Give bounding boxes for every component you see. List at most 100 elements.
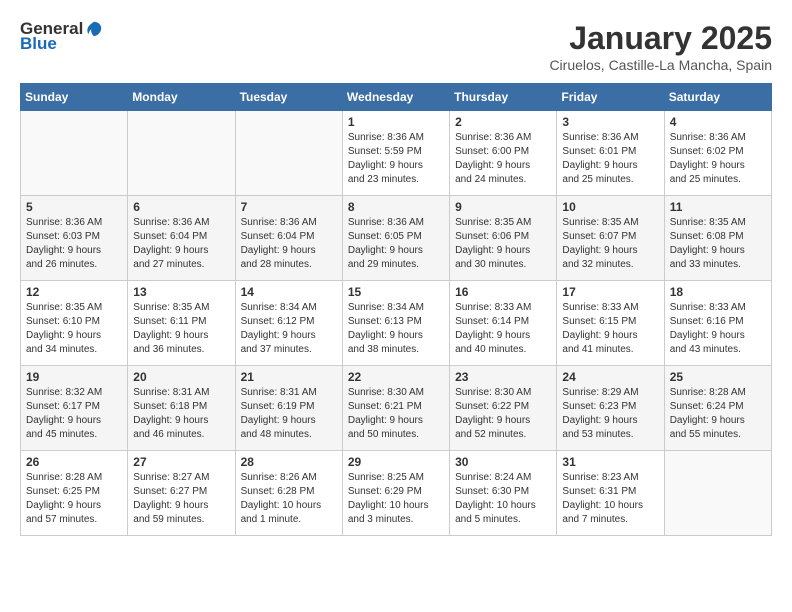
day-number: 21 (241, 370, 337, 384)
day-info: Sunrise: 8:36 AM Sunset: 6:00 PM Dayligh… (455, 131, 551, 187)
calendar-title: January 2025 (549, 20, 772, 57)
day-number: 20 (133, 370, 229, 384)
day-cell: 1 Sunrise: 8:36 AM Sunset: 5:59 PM Daylig… (342, 111, 449, 196)
day-info: Sunrise: 8:31 AM Sunset: 6:18 PM Dayligh… (133, 386, 229, 442)
day-cell: 21 Sunrise: 8:31 AM Sunset: 6:19 PM Dayli… (235, 366, 342, 451)
week-row-2: 5Sunrise: 8:36 AM Sunset: 6:03 PM Daylig… (21, 196, 772, 281)
day-number: 24 (562, 370, 658, 384)
day-cell: 14 Sunrise: 8:34 AM Sunset: 6:12 PM Dayli… (235, 281, 342, 366)
day-cell: 20 Sunrise: 8:31 AM Sunset: 6:18 PM Dayli… (128, 366, 235, 451)
day-number: 15 (348, 285, 444, 299)
day-number: 2 (455, 115, 551, 129)
day-cell: 11 Sunrise: 8:35 AM Sunset: 6:08 PM Dayli… (664, 196, 771, 281)
day-cell: 30 Sunrise: 8:24 AM Sunset: 6:30 PM Dayli… (450, 451, 557, 536)
day-info: Sunrise: 8:25 AM Sunset: 6:29 PM Dayligh… (348, 471, 444, 527)
day-info: Sunrise: 8:31 AM Sunset: 6:19 PM Dayligh… (241, 386, 337, 442)
day-number: 29 (348, 455, 444, 469)
day-info: Sunrise: 8:36 AM Sunset: 6:01 PM Dayligh… (562, 131, 658, 187)
week-row-3: 12Sunrise: 8:35 AM Sunset: 6:10 PM Dayli… (21, 281, 772, 366)
week-row-1: 1 Sunrise: 8:36 AM Sunset: 5:59 PM Daylig… (21, 111, 772, 196)
day-cell: 31 Sunrise: 8:23 AM Sunset: 6:31 PM Dayli… (557, 451, 664, 536)
day-cell: 5Sunrise: 8:36 AM Sunset: 6:03 PM Daylig… (21, 196, 128, 281)
day-cell: 22 Sunrise: 8:30 AM Sunset: 6:21 PM Dayli… (342, 366, 449, 451)
day-number: 22 (348, 370, 444, 384)
day-info: Sunrise: 8:29 AM Sunset: 6:23 PM Dayligh… (562, 386, 658, 442)
day-number: 11 (670, 200, 766, 214)
day-number: 5 (26, 200, 122, 214)
day-number: 27 (133, 455, 229, 469)
header-cell-friday: Friday (557, 84, 664, 111)
day-cell: 12Sunrise: 8:35 AM Sunset: 6:10 PM Dayli… (21, 281, 128, 366)
day-cell: 17Sunrise: 8:33 AM Sunset: 6:15 PM Dayli… (557, 281, 664, 366)
day-info: Sunrise: 8:30 AM Sunset: 6:21 PM Dayligh… (348, 386, 444, 442)
day-cell: 29 Sunrise: 8:25 AM Sunset: 6:29 PM Dayli… (342, 451, 449, 536)
day-info: Sunrise: 8:35 AM Sunset: 6:06 PM Dayligh… (455, 216, 551, 272)
day-number: 28 (241, 455, 337, 469)
day-number: 10 (562, 200, 658, 214)
day-info: Sunrise: 8:24 AM Sunset: 6:30 PM Dayligh… (455, 471, 551, 527)
day-cell: 27Sunrise: 8:27 AM Sunset: 6:27 PM Dayli… (128, 451, 235, 536)
day-cell: 10Sunrise: 8:35 AM Sunset: 6:07 PM Dayli… (557, 196, 664, 281)
day-info: Sunrise: 8:26 AM Sunset: 6:28 PM Dayligh… (241, 471, 337, 527)
day-info: Sunrise: 8:28 AM Sunset: 6:24 PM Dayligh… (670, 386, 766, 442)
day-info: Sunrise: 8:33 AM Sunset: 6:16 PM Dayligh… (670, 301, 766, 357)
day-info: Sunrise: 8:36 AM Sunset: 5:59 PM Dayligh… (348, 131, 444, 187)
day-cell: 16 Sunrise: 8:33 AM Sunset: 6:14 PM Dayli… (450, 281, 557, 366)
logo: General Blue (20, 20, 107, 53)
day-info: Sunrise: 8:33 AM Sunset: 6:14 PM Dayligh… (455, 301, 551, 357)
day-cell (235, 111, 342, 196)
day-cell: 15 Sunrise: 8:34 AM Sunset: 6:13 PM Dayli… (342, 281, 449, 366)
day-cell: 18 Sunrise: 8:33 AM Sunset: 6:16 PM Dayli… (664, 281, 771, 366)
day-number: 14 (241, 285, 337, 299)
day-info: Sunrise: 8:35 AM Sunset: 6:11 PM Dayligh… (133, 301, 229, 357)
day-cell: 9 Sunrise: 8:35 AM Sunset: 6:06 PM Daylig… (450, 196, 557, 281)
header-cell-tuesday: Tuesday (235, 84, 342, 111)
day-number: 19 (26, 370, 122, 384)
day-number: 7 (241, 200, 337, 214)
day-cell: 25Sunrise: 8:28 AM Sunset: 6:24 PM Dayli… (664, 366, 771, 451)
day-info: Sunrise: 8:35 AM Sunset: 6:08 PM Dayligh… (670, 216, 766, 272)
day-number: 1 (348, 115, 444, 129)
day-number: 9 (455, 200, 551, 214)
day-info: Sunrise: 8:36 AM Sunset: 6:04 PM Dayligh… (133, 216, 229, 272)
title-block: January 2025 Ciruelos, Castille-La Manch… (549, 20, 772, 73)
calendar-body: 1 Sunrise: 8:36 AM Sunset: 5:59 PM Daylig… (21, 111, 772, 536)
day-number: 18 (670, 285, 766, 299)
day-info: Sunrise: 8:32 AM Sunset: 6:17 PM Dayligh… (26, 386, 122, 442)
day-info: Sunrise: 8:33 AM Sunset: 6:15 PM Dayligh… (562, 301, 658, 357)
day-cell: 13Sunrise: 8:35 AM Sunset: 6:11 PM Dayli… (128, 281, 235, 366)
day-cell: 23Sunrise: 8:30 AM Sunset: 6:22 PM Dayli… (450, 366, 557, 451)
week-row-5: 26Sunrise: 8:28 AM Sunset: 6:25 PM Dayli… (21, 451, 772, 536)
header-cell-monday: Monday (128, 84, 235, 111)
day-info: Sunrise: 8:36 AM Sunset: 6:02 PM Dayligh… (670, 131, 766, 187)
day-number: 23 (455, 370, 551, 384)
day-cell (664, 451, 771, 536)
day-number: 8 (348, 200, 444, 214)
day-number: 31 (562, 455, 658, 469)
day-cell: 4 Sunrise: 8:36 AM Sunset: 6:02 PM Daylig… (664, 111, 771, 196)
day-number: 16 (455, 285, 551, 299)
day-number: 4 (670, 115, 766, 129)
day-cell: 3Sunrise: 8:36 AM Sunset: 6:01 PM Daylig… (557, 111, 664, 196)
logo-blue: Blue (20, 35, 107, 54)
logo-text: General Blue (20, 20, 107, 53)
day-number: 12 (26, 285, 122, 299)
week-row-4: 19 Sunrise: 8:32 AM Sunset: 6:17 PM Dayli… (21, 366, 772, 451)
header-cell-wednesday: Wednesday (342, 84, 449, 111)
header-cell-thursday: Thursday (450, 84, 557, 111)
day-info: Sunrise: 8:34 AM Sunset: 6:12 PM Dayligh… (241, 301, 337, 357)
day-info: Sunrise: 8:36 AM Sunset: 6:04 PM Dayligh… (241, 216, 337, 272)
day-number: 26 (26, 455, 122, 469)
day-info: Sunrise: 8:23 AM Sunset: 6:31 PM Dayligh… (562, 471, 658, 527)
day-cell: 7 Sunrise: 8:36 AM Sunset: 6:04 PM Daylig… (235, 196, 342, 281)
day-cell: 19 Sunrise: 8:32 AM Sunset: 6:17 PM Dayli… (21, 366, 128, 451)
page-header: General Blue January 2025 Ciruelos, Cast… (20, 20, 772, 73)
day-number: 6 (133, 200, 229, 214)
day-cell (128, 111, 235, 196)
day-info: Sunrise: 8:34 AM Sunset: 6:13 PM Dayligh… (348, 301, 444, 357)
day-number: 30 (455, 455, 551, 469)
day-cell (21, 111, 128, 196)
header-cell-saturday: Saturday (664, 84, 771, 111)
day-cell: 6 Sunrise: 8:36 AM Sunset: 6:04 PM Daylig… (128, 196, 235, 281)
calendar-header: SundayMondayTuesdayWednesdayThursdayFrid… (21, 84, 772, 111)
